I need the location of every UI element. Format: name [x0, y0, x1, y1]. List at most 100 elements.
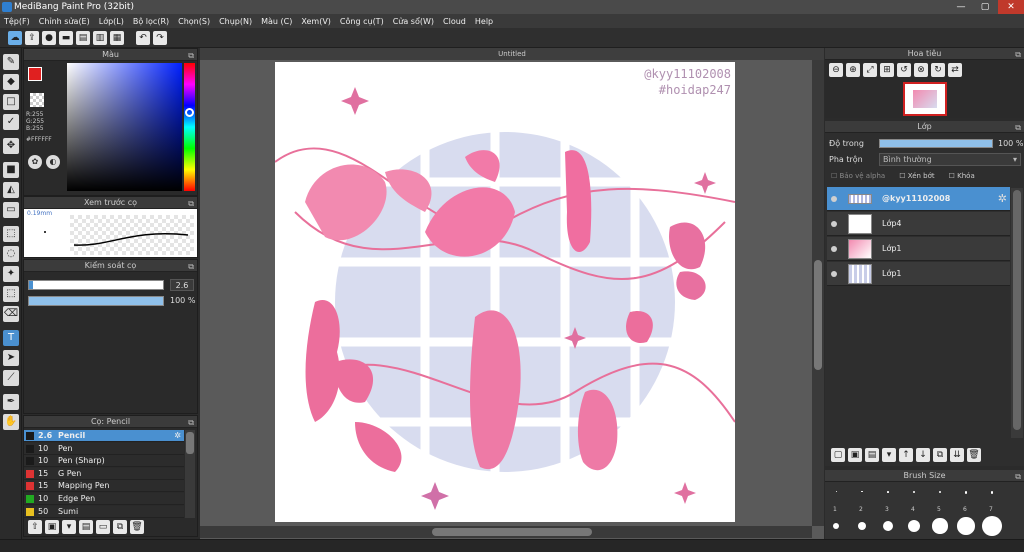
popout-icon[interactable]: ⧉ — [1015, 471, 1021, 483]
layer-row[interactable]: Lớp1 — [827, 237, 1010, 261]
brush-list-item[interactable]: 15 G Pen — [24, 467, 184, 480]
select-eraser-icon[interactable]: ⌫ — [3, 306, 19, 322]
gear-icon[interactable]: ✲ — [998, 192, 1007, 205]
visibility-icon[interactable] — [831, 246, 837, 252]
menu-filter[interactable]: Bộ lọc(R) — [133, 17, 169, 26]
brush-tool-icon[interactable]: ✎ — [3, 54, 19, 70]
move-tool-icon[interactable]: ✥ — [3, 138, 19, 154]
gear-icon[interactable]: ✲ — [174, 430, 181, 442]
flip-icon[interactable]: ⇄ — [948, 63, 962, 77]
hand-tool-icon[interactable]: ✋ — [3, 414, 19, 430]
rectangle-fill-icon[interactable]: ■ — [3, 162, 19, 178]
protect-alpha-checkbox[interactable]: ☐ Bảo vệ alpha — [831, 172, 885, 180]
visibility-icon[interactable] — [831, 271, 837, 277]
layer-row[interactable]: @kyy11102008 ✲ — [827, 187, 1010, 211]
brush-list-item[interactable]: 15 Mapping Pen — [24, 480, 184, 493]
eyedropper-icon[interactable]: ✒ — [3, 394, 19, 410]
fill-brush-icon[interactable]: ✓ — [3, 114, 19, 130]
canvas-horizontal-scrollbar[interactable] — [200, 526, 812, 538]
brush-size-option[interactable] — [982, 516, 1002, 536]
menu-file[interactable]: Tệp(F) — [4, 17, 30, 26]
palette-icon[interactable]: ✿ — [28, 155, 42, 169]
reset-rotation-icon[interactable]: ⊗ — [914, 63, 928, 77]
grid-icon[interactable]: ▦ — [110, 30, 124, 45]
folder-icon[interactable]: ▭ — [96, 520, 110, 534]
menu-tools[interactable]: Công cụ(T) — [340, 17, 384, 26]
layer-row[interactable]: Lớp1 — [827, 262, 1010, 286]
brush-list-item[interactable]: 10 Edge Pen — [24, 493, 184, 505]
dot-tool-icon[interactable]: □ — [3, 94, 19, 110]
brush-list-item[interactable]: 10 Pen (Sharp) — [24, 455, 184, 468]
cloud-icon[interactable]: ☁ — [8, 30, 22, 45]
delete-layer-icon[interactable]: 🗑 — [967, 448, 981, 462]
merge-down-icon[interactable]: ⇊ — [950, 448, 964, 462]
foreground-color-swatch[interactable] — [28, 67, 42, 81]
lasso-tool-icon[interactable]: ◌ — [3, 246, 19, 262]
gradient-tool-icon[interactable]: ▭ — [3, 202, 19, 218]
hue-handle[interactable] — [185, 108, 194, 117]
hue-slider[interactable] — [184, 63, 195, 191]
brush-size-option[interactable] — [835, 491, 837, 492]
duplicate-layer-icon[interactable]: ⧉ — [933, 448, 947, 462]
visibility-icon[interactable] — [831, 221, 837, 227]
minimize-button[interactable]: — — [950, 0, 972, 14]
menu-select[interactable]: Chọn(S) — [178, 17, 210, 26]
add-brush-icon[interactable]: ▣ — [45, 520, 59, 534]
brush-size-option[interactable] — [887, 491, 889, 493]
share-icon[interactable]: ⇪ — [25, 30, 39, 45]
cloud-brush-icon[interactable]: ⇧ — [28, 520, 42, 534]
menu-capture[interactable]: Chụp(N) — [219, 17, 252, 26]
brush-size-option[interactable] — [964, 491, 968, 494]
panel-icon[interactable]: ▥ — [93, 30, 107, 45]
comment-icon[interactable]: ● — [42, 30, 56, 45]
eraser-tool-icon[interactable]: ◆ — [3, 74, 19, 90]
move-down-icon[interactable]: ↓ — [916, 448, 930, 462]
popout-icon[interactable]: ⧉ — [188, 261, 194, 273]
lock-checkbox[interactable]: ☐ Khóa — [949, 172, 975, 180]
layers-scrollbar[interactable] — [1011, 188, 1023, 438]
canvas-vertical-scrollbar[interactable] — [812, 60, 824, 526]
clipping-checkbox[interactable]: ☐ Xén bớt — [899, 172, 934, 180]
magic-wand-icon[interactable]: ✦ — [3, 266, 19, 282]
brush-settings-icon[interactable]: ▤ — [79, 520, 93, 534]
operation-tool-icon[interactable]: ➤ — [3, 350, 19, 366]
popout-icon[interactable]: ⧉ — [1015, 49, 1021, 61]
brush-menu-icon[interactable]: ▾ — [62, 520, 76, 534]
new-layer-icon[interactable]: ▢ — [831, 448, 845, 462]
new-halftone-layer-icon[interactable]: ▣ — [848, 448, 862, 462]
menu-window[interactable]: Cửa sổ(W) — [393, 17, 434, 26]
popout-icon[interactable]: ⧉ — [188, 417, 194, 429]
brush-opacity-slider[interactable] — [28, 296, 164, 306]
layer-opacity-slider[interactable] — [879, 139, 993, 148]
redo-icon[interactable]: ↷ — [153, 30, 167, 45]
rotate-right-icon[interactable]: ↻ — [931, 63, 945, 77]
brush-size-option[interactable] — [932, 518, 948, 534]
brush-list-item[interactable]: 50 Sumi — [24, 505, 184, 518]
menu-help[interactable]: Help — [475, 17, 493, 26]
navigator-thumbnail[interactable] — [903, 82, 947, 116]
brush-list-item[interactable]: 10 Pen — [24, 442, 184, 455]
zoom-out-icon[interactable]: ⊖ — [829, 63, 843, 77]
brush-size-value[interactable]: 2.6 — [170, 279, 194, 291]
select-tool-icon[interactable]: ⬚ — [3, 226, 19, 242]
brush-size-option[interactable] — [913, 491, 915, 493]
color-history-icon[interactable]: ◐ — [46, 155, 60, 169]
new-8bit-layer-icon[interactable]: ▤ — [865, 448, 879, 462]
blend-mode-select[interactable]: Bình thường ▾ — [879, 153, 1021, 166]
move-up-icon[interactable]: ↑ — [899, 448, 913, 462]
transparent-swatch[interactable] — [30, 93, 44, 107]
select-pen-icon[interactable]: ⬚ — [3, 286, 19, 302]
brush-size-option[interactable] — [957, 517, 975, 535]
color-field[interactable] — [67, 63, 182, 191]
maximize-button[interactable]: ▢ — [974, 0, 996, 14]
delete-brush-icon[interactable]: 🗑 — [130, 520, 144, 534]
visibility-icon[interactable] — [831, 196, 837, 202]
divide-tool-icon[interactable]: ⟋ — [3, 370, 19, 386]
popout-icon[interactable]: ⧉ — [1015, 122, 1021, 134]
menu-color[interactable]: Màu (C) — [261, 17, 292, 26]
fit-icon[interactable]: ⤢ — [863, 63, 877, 77]
brush-size-slider[interactable] — [28, 280, 164, 290]
brush-list-scrollbar[interactable] — [185, 430, 195, 518]
actual-size-icon[interactable]: ⊞ — [880, 63, 894, 77]
popout-icon[interactable]: ⧉ — [188, 50, 194, 62]
